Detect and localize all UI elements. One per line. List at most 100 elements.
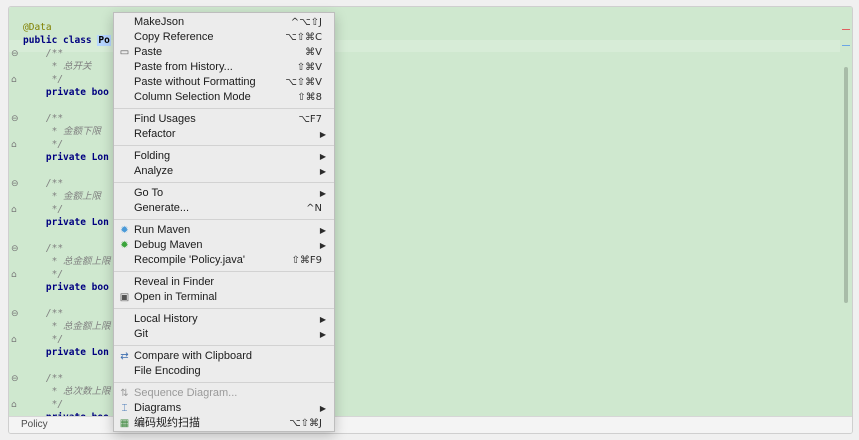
code-text: * 总金额上限 bbox=[23, 321, 111, 332]
code-text: /** bbox=[23, 308, 64, 319]
menu-item-makejson[interactable]: MakeJson ^⌥⇧J bbox=[114, 15, 334, 30]
menu-item-refactor[interactable]: Refactor ▶ bbox=[114, 127, 334, 142]
code-line[interactable]: private Lon bbox=[23, 217, 109, 229]
code-text: * 金额下限 bbox=[23, 126, 102, 137]
menu-item-compare-with-clipboard[interactable]: ⇄ Compare with Clipboard bbox=[114, 349, 334, 364]
breadcrumb-class[interactable]: Policy bbox=[21, 419, 48, 430]
code-line[interactable]: */ bbox=[23, 399, 63, 411]
menu-item-git[interactable]: Git ▶ bbox=[114, 327, 334, 342]
menu-item-label: 编码规约扫描 bbox=[134, 417, 200, 429]
code-line[interactable]: * 金额下限 bbox=[23, 126, 101, 138]
menu-separator bbox=[114, 308, 334, 309]
menu-item-run-maven[interactable]: ✹ Run Maven ▶ bbox=[114, 223, 334, 238]
code-line[interactable]: @Data bbox=[23, 22, 52, 34]
menu-item-label: Recompile 'Policy.java' bbox=[134, 254, 245, 266]
code-line[interactable]: /** bbox=[23, 113, 63, 125]
code-text: private boo bbox=[23, 282, 109, 293]
code-line[interactable]: /** bbox=[23, 178, 63, 190]
code-line[interactable]: private boo bbox=[23, 87, 109, 99]
menu-item-label: Run Maven bbox=[134, 224, 191, 236]
code-line[interactable]: * 总金额上限 bbox=[23, 256, 111, 268]
menu-item-label: Paste bbox=[134, 46, 163, 58]
error-stripe[interactable] bbox=[840, 7, 852, 433]
fold-marker-icon[interactable]: ⌂ bbox=[11, 141, 19, 150]
menu-item-shortcut: ⌥F7 bbox=[298, 114, 322, 125]
menu-item-label: Generate... bbox=[134, 202, 190, 214]
menu-item-find-usages[interactable]: Find Usages ⌥F7 bbox=[114, 112, 334, 127]
menu-item-reveal-in-finder[interactable]: Reveal in Finder bbox=[114, 275, 334, 290]
menu-item-analyze[interactable]: Analyze ▶ bbox=[114, 164, 334, 179]
menu-item-generate[interactable]: Generate... ^N bbox=[114, 201, 334, 216]
code-line[interactable]: * 金额上限 bbox=[23, 191, 101, 203]
menu-item-label: Compare with Clipboard bbox=[134, 350, 252, 362]
menu-item-folding[interactable]: Folding ▶ bbox=[114, 149, 334, 164]
menu-item-shortcut: ⇧⌘V bbox=[296, 62, 322, 73]
menu-separator bbox=[114, 145, 334, 146]
compare-icon: ⇄ bbox=[120, 351, 129, 362]
fold-marker-icon[interactable]: ⌂ bbox=[11, 401, 19, 410]
menu-item-diagrams[interactable]: ⌶ Diagrams ▶ bbox=[114, 401, 334, 416]
fold-marker-icon[interactable]: ⌂ bbox=[11, 336, 19, 345]
menu-item-debug-maven[interactable]: ✹ Debug Maven ▶ bbox=[114, 238, 334, 253]
menu-item-shortcut: ⌥⇧⌘C bbox=[285, 32, 322, 43]
code-line[interactable]: /** bbox=[23, 243, 63, 255]
submenu-arrow-icon: ▶ bbox=[319, 130, 326, 139]
code-text: * 金额上限 bbox=[23, 191, 102, 202]
fold-marker-icon[interactable]: ⊖ bbox=[11, 310, 19, 319]
menu-item-copy-reference[interactable]: Copy Reference ⌥⇧⌘C bbox=[114, 30, 334, 45]
fold-marker-icon[interactable]: ⌂ bbox=[11, 206, 19, 215]
menu-item-paste-from-history[interactable]: Paste from History... ⇧⌘V bbox=[114, 60, 334, 75]
menu-item-sequence-diagram: ⇅ Sequence Diagram... bbox=[114, 386, 334, 401]
menu-item-paste[interactable]: ▭ Paste ⌘V bbox=[114, 45, 334, 60]
menu-item-open-in-terminal[interactable]: ▣ Open in Terminal bbox=[114, 290, 334, 305]
fold-marker-icon[interactable]: ⌂ bbox=[11, 271, 19, 280]
code-line[interactable]: /** bbox=[23, 48, 63, 60]
code-line[interactable]: */ bbox=[23, 269, 63, 281]
code-line[interactable]: * 总开关 bbox=[23, 61, 92, 73]
fold-marker-icon[interactable]: ⊖ bbox=[11, 115, 19, 124]
menu-item-go-to[interactable]: Go To ▶ bbox=[114, 186, 334, 201]
code-line[interactable]: private Lon bbox=[23, 152, 109, 164]
menu-item-label: Diagrams bbox=[134, 402, 182, 414]
submenu-arrow-icon: ▶ bbox=[319, 167, 326, 176]
menu-item-local-history[interactable]: Local History ▶ bbox=[114, 312, 334, 327]
code-line[interactable]: * 总金额上限 bbox=[23, 321, 111, 333]
error-marker[interactable] bbox=[842, 29, 850, 30]
code-line[interactable]: */ bbox=[23, 139, 63, 151]
code-line[interactable]: */ bbox=[23, 74, 63, 86]
menu-item-shortcut: ^N bbox=[306, 203, 322, 214]
code-line[interactable]: private boo bbox=[23, 282, 109, 294]
code-line[interactable]: public class Po bbox=[23, 35, 111, 47]
menu-item-column-selection-mode[interactable]: Column Selection Mode ⇧⌘8 bbox=[114, 90, 334, 105]
code-text: private Lon bbox=[23, 152, 109, 163]
fold-marker-icon[interactable]: ⊖ bbox=[11, 180, 19, 189]
vertical-scrollbar[interactable] bbox=[844, 67, 848, 303]
menu-item-label: Copy Reference bbox=[134, 31, 214, 43]
info-marker[interactable] bbox=[842, 45, 850, 46]
code-line[interactable]: /** bbox=[23, 373, 63, 385]
maven-debug-icon: ✹ bbox=[120, 240, 129, 251]
fold-marker-icon[interactable]: ⌂ bbox=[11, 76, 19, 85]
menu-item-shortcut: ⌘V bbox=[305, 47, 322, 58]
code-text: /** bbox=[23, 243, 64, 254]
code-line[interactable]: */ bbox=[23, 204, 63, 216]
menu-item-recompile-policy-java[interactable]: Recompile 'Policy.java' ⇧⌘F9 bbox=[114, 253, 334, 268]
code-line[interactable]: * 总次数上限 bbox=[23, 386, 111, 398]
menu-item-label: Find Usages bbox=[134, 113, 196, 125]
menu-item-paste-without-formatting[interactable]: Paste without Formatting ⌥⇧⌘V bbox=[114, 75, 334, 90]
menu-item-scan[interactable]: ▦ 编码规约扫描 ⌥⇧⌘J bbox=[114, 416, 334, 431]
fold-marker-icon[interactable]: ⊖ bbox=[11, 375, 19, 384]
menu-separator bbox=[114, 182, 334, 183]
code-line[interactable]: */ bbox=[23, 334, 63, 346]
fold-marker-icon[interactable]: ⊖ bbox=[11, 50, 19, 59]
sequence-diagram-icon: ⇅ bbox=[120, 388, 129, 399]
code-line[interactable]: private Lon bbox=[23, 347, 109, 359]
menu-item-label: Refactor bbox=[134, 128, 176, 140]
menu-item-file-encoding[interactable]: File Encoding bbox=[114, 364, 334, 379]
terminal-icon: ▣ bbox=[119, 292, 130, 303]
menu-item-shortcut: ^⌥⇧J bbox=[290, 17, 322, 28]
fold-marker-icon[interactable]: ⊖ bbox=[11, 245, 19, 254]
menu-item-label: Column Selection Mode bbox=[134, 91, 251, 103]
code-text: /** bbox=[23, 373, 64, 384]
code-line[interactable]: /** bbox=[23, 308, 63, 320]
